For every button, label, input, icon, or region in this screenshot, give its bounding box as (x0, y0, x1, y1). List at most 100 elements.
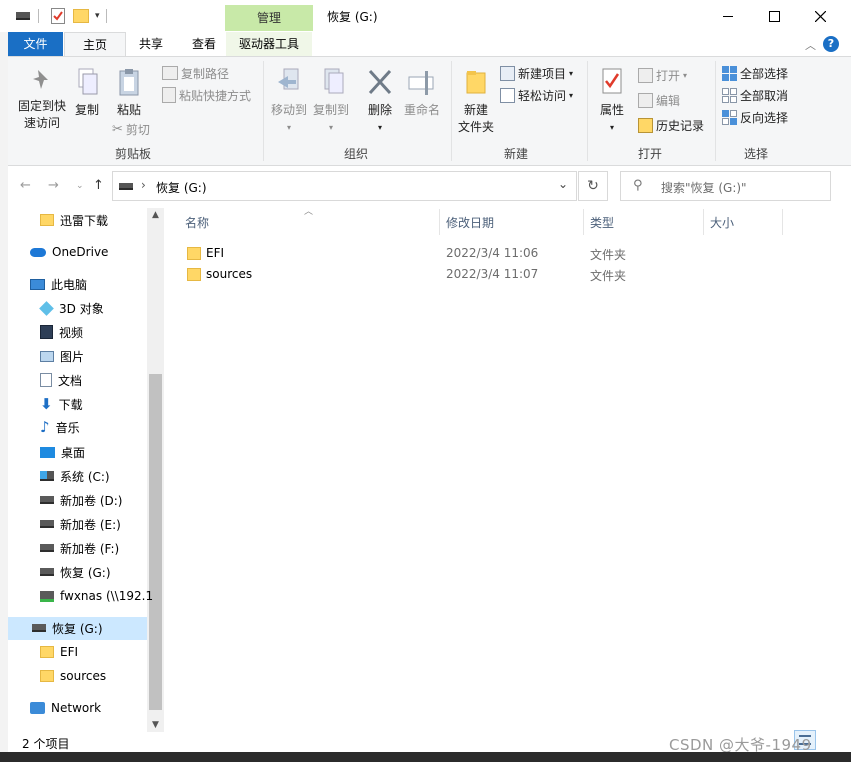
drive-icon (32, 624, 46, 632)
copy-button[interactable]: 复制 (70, 67, 104, 119)
column-header-type[interactable]: 类型 (590, 212, 614, 234)
invert-selection-button[interactable]: 反向选择 (722, 107, 788, 127)
new-folder-icon (466, 71, 486, 94)
rename-button[interactable]: 重命名 (400, 67, 444, 119)
scroll-up-arrow-icon[interactable]: ▲ (147, 210, 164, 220)
address-dropdown-icon[interactable]: ⌄ (558, 177, 568, 191)
nav-scrollbar[interactable]: ▲ ▼ (147, 208, 164, 732)
table-row[interactable]: EFI 2022/3/4 11:06 文件夹 (180, 244, 780, 264)
nav-item[interactable]: 图片 (40, 345, 84, 367)
edit-icon (638, 92, 653, 108)
column-header-size[interactable]: 大小 (710, 212, 734, 234)
forward-arrow-icon[interactable]: → (48, 178, 59, 193)
history-button[interactable]: 历史记录 (638, 115, 704, 135)
up-arrow-icon[interactable]: ↑ (93, 178, 104, 193)
nav-item[interactable]: 迅雷下载 (40, 209, 108, 231)
open-button[interactable]: 打开 ▾ (638, 65, 687, 85)
back-arrow-icon[interactable]: ← (20, 178, 31, 193)
history-icon (638, 117, 653, 133)
move-to-button[interactable]: 移动到 ▾ (268, 67, 310, 136)
edit-button[interactable]: 编辑 (638, 90, 680, 110)
nav-item[interactable]: 新加卷 (D:) (40, 489, 122, 511)
select-all-button[interactable]: 全部选择 (722, 63, 788, 83)
help-icon[interactable]: ? (823, 36, 839, 52)
nav-item[interactable]: ⬇ 下载 (40, 393, 83, 415)
nav-item[interactable]: 文档 (40, 369, 82, 391)
new-item-button[interactable]: 新建项目 ▾ (500, 63, 573, 83)
nav-item[interactable]: 桌面 (40, 441, 85, 463)
nav-item[interactable]: fwxnas (\\192.1 (40, 585, 153, 607)
search-placeholder: 搜索"恢复 (G:)" (661, 181, 747, 195)
new-folder-icon[interactable] (73, 9, 89, 23)
pin-icon (33, 70, 48, 89)
nav-item[interactable]: 此电脑 (30, 273, 87, 295)
collapse-ribbon-icon[interactable]: ︿ (805, 37, 816, 53)
new-folder-button[interactable]: 新建 文件夹 (454, 67, 498, 136)
nav-item[interactable]: 新加卷 (E:) (40, 513, 121, 535)
paste-shortcut-button[interactable]: 粘贴快捷方式 (162, 85, 251, 105)
nav-item[interactable]: 恢复 (G:) (40, 561, 111, 583)
pin-quick-access-button[interactable]: 固定到快 速访问 (12, 67, 72, 132)
column-divider[interactable] (703, 209, 704, 235)
properties-check-icon[interactable] (51, 8, 65, 24)
paste-shortcut-icon (162, 87, 176, 103)
column-divider[interactable] (583, 209, 584, 235)
nav-item[interactable]: 系统 (C:) (40, 465, 110, 487)
table-row[interactable]: sources 2022/3/4 11:07 文件夹 (180, 265, 780, 285)
open-label: 打开 (656, 68, 681, 83)
nav-item[interactable]: 3D 对象 (39, 297, 104, 319)
nav-item[interactable]: 恢复 (G:) (32, 617, 103, 639)
refresh-button[interactable]: ↻ (578, 171, 608, 201)
nav-item[interactable]: 视频 (40, 321, 83, 343)
group-divider (587, 61, 588, 161)
tab-drive-tools[interactable]: 驱动器工具 (226, 32, 312, 56)
drive-icon[interactable] (16, 12, 30, 20)
desktop-icon (40, 446, 55, 458)
folder-icon (40, 670, 54, 682)
ribbon-tabs: 文件 主页 共享 查看 驱动器工具 ︿ ? (8, 32, 851, 57)
context-tab-manage[interactable]: 管理 (225, 5, 313, 31)
nav-item[interactable]: ♪ 音乐 (40, 416, 80, 438)
search-icon: ⚲ (633, 178, 643, 193)
copy-to-dropdown-icon: ▾ (328, 123, 333, 132)
paste-button[interactable]: 粘贴 (112, 67, 146, 119)
tab-home[interactable]: 主页 (64, 32, 126, 57)
column-header-name[interactable]: 名称 (185, 212, 209, 234)
easy-access-button[interactable]: 轻松访问 ▾ (500, 85, 573, 105)
breadcrumb-chevron-icon[interactable]: › (141, 178, 146, 192)
column-header-modified[interactable]: 修改日期 (446, 212, 494, 234)
address-bar[interactable]: › 恢复 (G:) ⌄ (112, 171, 577, 201)
tab-view[interactable]: 查看 (176, 32, 232, 56)
window-title: 恢复 (G:) (327, 10, 378, 24)
nav-item[interactable]: sources (40, 665, 106, 687)
properties-button[interactable]: 属性 ▾ (592, 67, 632, 136)
column-divider[interactable] (439, 209, 440, 235)
search-box[interactable]: ⚲ 搜索"恢复 (G:)" (620, 171, 831, 201)
tab-share[interactable]: 共享 (126, 32, 176, 56)
select-none-button[interactable]: 全部取消 (722, 85, 788, 105)
scroll-down-arrow-icon[interactable]: ▼ (147, 720, 164, 730)
copy-label: 复制 (74, 103, 99, 117)
nav-item[interactable]: EFI (40, 641, 78, 663)
nav-item[interactable]: Network (30, 697, 101, 719)
close-button[interactable] (797, 0, 843, 32)
copy-path-button[interactable]: 复制路径 (162, 63, 229, 83)
nav-item[interactable]: 新加卷 (F:) (40, 537, 119, 559)
nav-item-label: 下载 (58, 397, 83, 412)
tab-file[interactable]: 文件 (8, 32, 63, 56)
customize-dropdown-icon[interactable]: ▾ (95, 11, 100, 21)
delete-button[interactable]: 删除 ▾ (363, 67, 397, 136)
column-divider[interactable] (782, 209, 783, 235)
status-item-count: 2 个项目 (22, 737, 70, 751)
nav-item[interactable]: OneDrive (30, 241, 108, 263)
scroll-thumb[interactable] (149, 374, 162, 710)
recent-locations-chevron-icon[interactable]: ⌄ (76, 181, 84, 191)
pin-label-1: 固定到快 (17, 99, 66, 113)
copy-to-button[interactable]: 复制到 ▾ (310, 67, 352, 136)
cut-button[interactable]: ✂ 剪切 (112, 119, 150, 139)
drive-icon (119, 183, 133, 190)
maximize-button[interactable] (751, 0, 797, 32)
minimize-button[interactable] (705, 0, 751, 32)
breadcrumb-drive[interactable]: 恢复 (G:) (156, 179, 207, 196)
move-to-icon (278, 68, 299, 90)
